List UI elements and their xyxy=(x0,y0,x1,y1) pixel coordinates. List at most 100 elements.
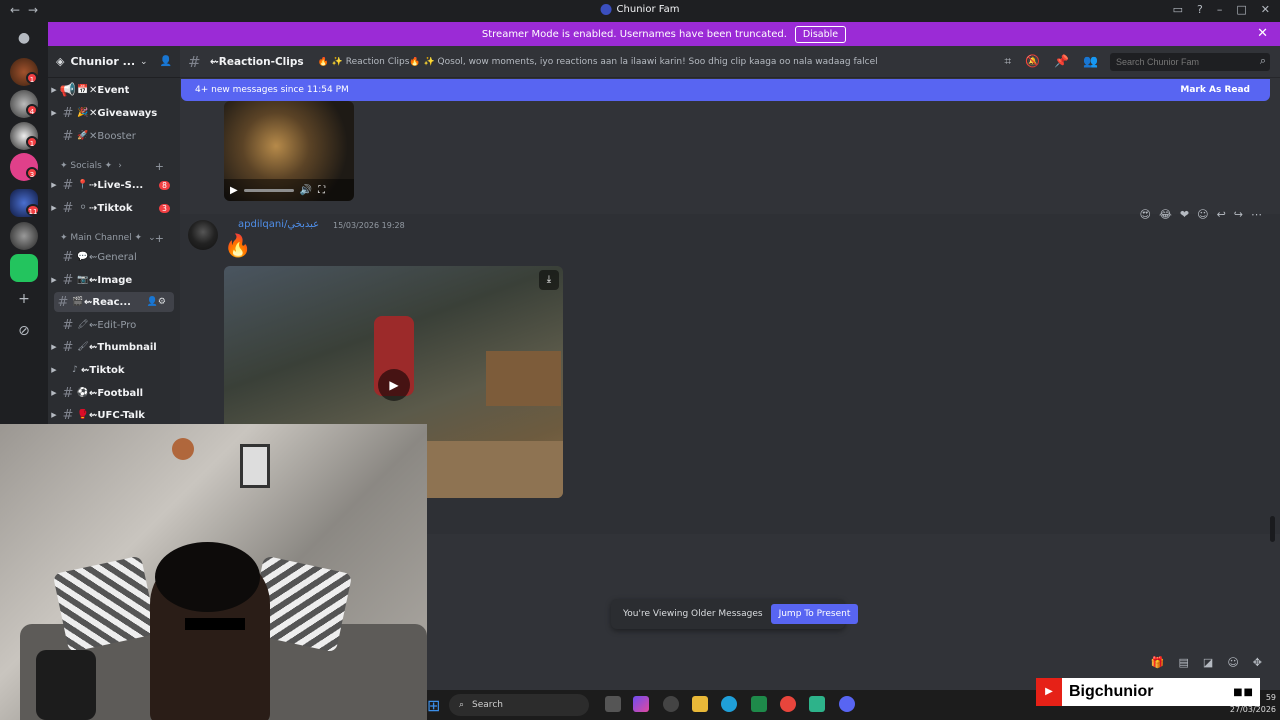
hash-icon: # xyxy=(188,52,201,71)
app-icon[interactable] xyxy=(809,696,825,712)
channel-settings-icons[interactable]: 👤⚙ xyxy=(147,297,166,307)
fullscreen-icon[interactable]: ⛶ xyxy=(318,185,325,196)
maximize-icon[interactable]: □ xyxy=(1236,3,1246,16)
search-input[interactable] xyxy=(1110,53,1270,71)
channel-item[interactable]: ▶ # 🥊 ⇜UFC-Talk xyxy=(48,405,180,425)
jump-to-present-button[interactable]: Jump To Present xyxy=(770,604,859,624)
copilot-icon[interactable] xyxy=(633,696,649,712)
channel-item[interactable]: ▶ # 📷 ⇜Image xyxy=(48,270,180,290)
channel-item[interactable]: ▶ # ⚽ ⇜Football xyxy=(48,383,180,403)
microphone xyxy=(36,650,96,720)
window-title-text: Chunior Fam xyxy=(616,4,680,15)
chrome-icon[interactable] xyxy=(780,696,796,712)
chevron-right-icon: ▶ xyxy=(51,181,57,189)
inbox-icon[interactable]: ▭ xyxy=(1173,3,1183,16)
server-header[interactable]: ◈ Chunior ... ⌄ 👤 xyxy=(48,46,180,78)
taskbar-search[interactable]: ⌕ Search xyxy=(449,694,589,716)
add-channel-icon[interactable]: + xyxy=(155,232,164,245)
add-server-icon[interactable]: + xyxy=(10,285,38,313)
video-attachment[interactable]: ▶ 🔊 ⛶ xyxy=(224,101,354,201)
channel-item[interactable]: ▶ # 📍 ⇢Live-S... 8 xyxy=(48,175,180,195)
help-icon[interactable]: ? xyxy=(1197,3,1203,16)
server-shield-icon: ◈ xyxy=(56,55,65,68)
excel-icon[interactable] xyxy=(751,696,767,712)
message-timestamp: 15/03/2026 19:28 xyxy=(333,221,405,230)
discord-home-icon[interactable]: ● xyxy=(10,24,38,52)
forward-icon[interactable]: ↪ xyxy=(1234,208,1243,221)
older-messages-bar: You're Viewing Older Messages Jump To Pr… xyxy=(611,599,859,629)
hash-icon: # xyxy=(57,294,69,310)
category-main[interactable]: ✦ Main Channel ✦ ⌄ + xyxy=(48,230,180,246)
reaction-icon[interactable]: ❤ xyxy=(1180,208,1189,221)
channel-emoji: ♪ xyxy=(72,365,78,375)
reaction-icon[interactable]: 😂 xyxy=(1159,208,1172,221)
server-icon xyxy=(600,4,612,15)
channel-item[interactable]: ▶ # 🖌 ⇜Thumbnail xyxy=(48,337,180,357)
channel-item[interactable]: # 💬 ⇜General xyxy=(48,247,180,267)
scrollbar[interactable] xyxy=(1270,516,1275,542)
minimize-icon[interactable]: – xyxy=(1217,3,1223,16)
channel-item[interactable]: ▶ # ⚪ ⇢Tiktok 3 xyxy=(48,198,180,218)
channel-name: ⇜Reaction-Clips xyxy=(210,55,304,68)
channel-item[interactable]: ▶ 📢 📅 ✕Event xyxy=(48,80,180,100)
add-channel-icon[interactable]: + xyxy=(155,160,164,173)
invite-icon[interactable]: 👤 xyxy=(160,56,172,67)
hash-icon: # xyxy=(62,339,74,355)
channel-item[interactable]: ▶ ♪ ⇜Tiktok xyxy=(48,360,180,380)
channel-item[interactable]: # 🚀 ✕Booster xyxy=(48,126,180,146)
youtube-icon: ▶ xyxy=(1036,678,1062,706)
avatar[interactable] xyxy=(188,220,218,250)
reply-icon[interactable]: ↩ xyxy=(1217,208,1226,221)
channel-label: ⇢Live-S... xyxy=(89,179,144,191)
gift-icon[interactable]: 🎁 xyxy=(1151,656,1165,669)
volume-icon[interactable]: 🔊 xyxy=(300,185,312,196)
app-icon[interactable] xyxy=(663,696,679,712)
wall-clock xyxy=(172,438,194,460)
new-messages-bar[interactable]: 4+ new messages since 11:54 PM Mark As R… xyxy=(181,79,1270,101)
message-author[interactable]: apdilqani/عبدبخي xyxy=(238,219,319,230)
download-icon[interactable]: ⤓ xyxy=(539,270,559,290)
task-view-icon[interactable] xyxy=(605,696,621,712)
hash-icon: # xyxy=(62,385,74,401)
nav-arrows[interactable]: ←→ xyxy=(10,3,46,17)
streamer-hair xyxy=(155,542,260,612)
channel-label: ✕Booster xyxy=(89,130,136,142)
gif-icon[interactable]: ▤ xyxy=(1179,656,1189,669)
channel-item-active[interactable]: # 🎬 ⇜Reac... 👤⚙ xyxy=(54,292,174,312)
mark-as-read-button[interactable]: Mark As Read xyxy=(1180,85,1250,95)
pin-icon[interactable]: 📌 xyxy=(1054,54,1069,69)
threads-icon[interactable]: ⌗ xyxy=(1004,54,1011,69)
more-icon[interactable]: ⋯ xyxy=(1251,208,1262,221)
server-avatar[interactable] xyxy=(10,222,38,250)
mute-icon[interactable]: 🔕 xyxy=(1025,54,1040,69)
video-frame xyxy=(486,351,561,406)
discord-taskbar-icon[interactable] xyxy=(839,696,855,712)
add-reaction-icon[interactable]: ☺ xyxy=(1197,208,1208,221)
hash-icon: # xyxy=(62,200,74,216)
close-banner-icon[interactable]: ✕ xyxy=(1257,26,1268,41)
file-explorer-icon[interactable] xyxy=(692,696,708,712)
edge-icon[interactable] xyxy=(721,696,737,712)
discover-icon[interactable]: ⊘ xyxy=(10,317,38,345)
search-icon: ⌕ xyxy=(1259,54,1266,67)
video-progress[interactable] xyxy=(243,188,294,192)
apps-icon[interactable]: ✥ xyxy=(1253,656,1262,669)
channel-emoji: 🎬 xyxy=(72,297,84,307)
channel-emoji: 🖍 xyxy=(77,320,89,330)
disable-button[interactable]: Disable xyxy=(794,25,847,43)
members-icon[interactable]: 👥 xyxy=(1083,54,1098,69)
windows-start-icon[interactable]: ⊞ xyxy=(427,696,440,715)
channel-item[interactable]: ▶ # 🎉 ✕Giveaways xyxy=(48,103,180,123)
close-window-icon[interactable]: ✕ xyxy=(1261,3,1270,16)
server-avatar[interactable] xyxy=(10,254,38,282)
reaction-icon[interactable]: 😍 xyxy=(1140,208,1151,221)
chevron-right-icon: ▶ xyxy=(51,86,57,94)
channel-topic[interactable]: 🔥 ✨ Reaction Clips🔥 ✨ Qosol, wow moments… xyxy=(318,57,878,67)
emoji-icon[interactable]: ☺ xyxy=(1227,656,1238,669)
sticker-icon[interactable]: ◪ xyxy=(1203,656,1213,669)
channel-item[interactable]: # 🖍 ⇜Edit-Pro xyxy=(48,315,180,335)
category-socials[interactable]: ✦ Socials ✦ › + xyxy=(48,158,180,174)
play-icon[interactable]: ▶ xyxy=(378,369,410,401)
play-icon[interactable]: ▶ xyxy=(230,185,238,196)
older-messages-text: You're Viewing Older Messages xyxy=(623,609,763,619)
